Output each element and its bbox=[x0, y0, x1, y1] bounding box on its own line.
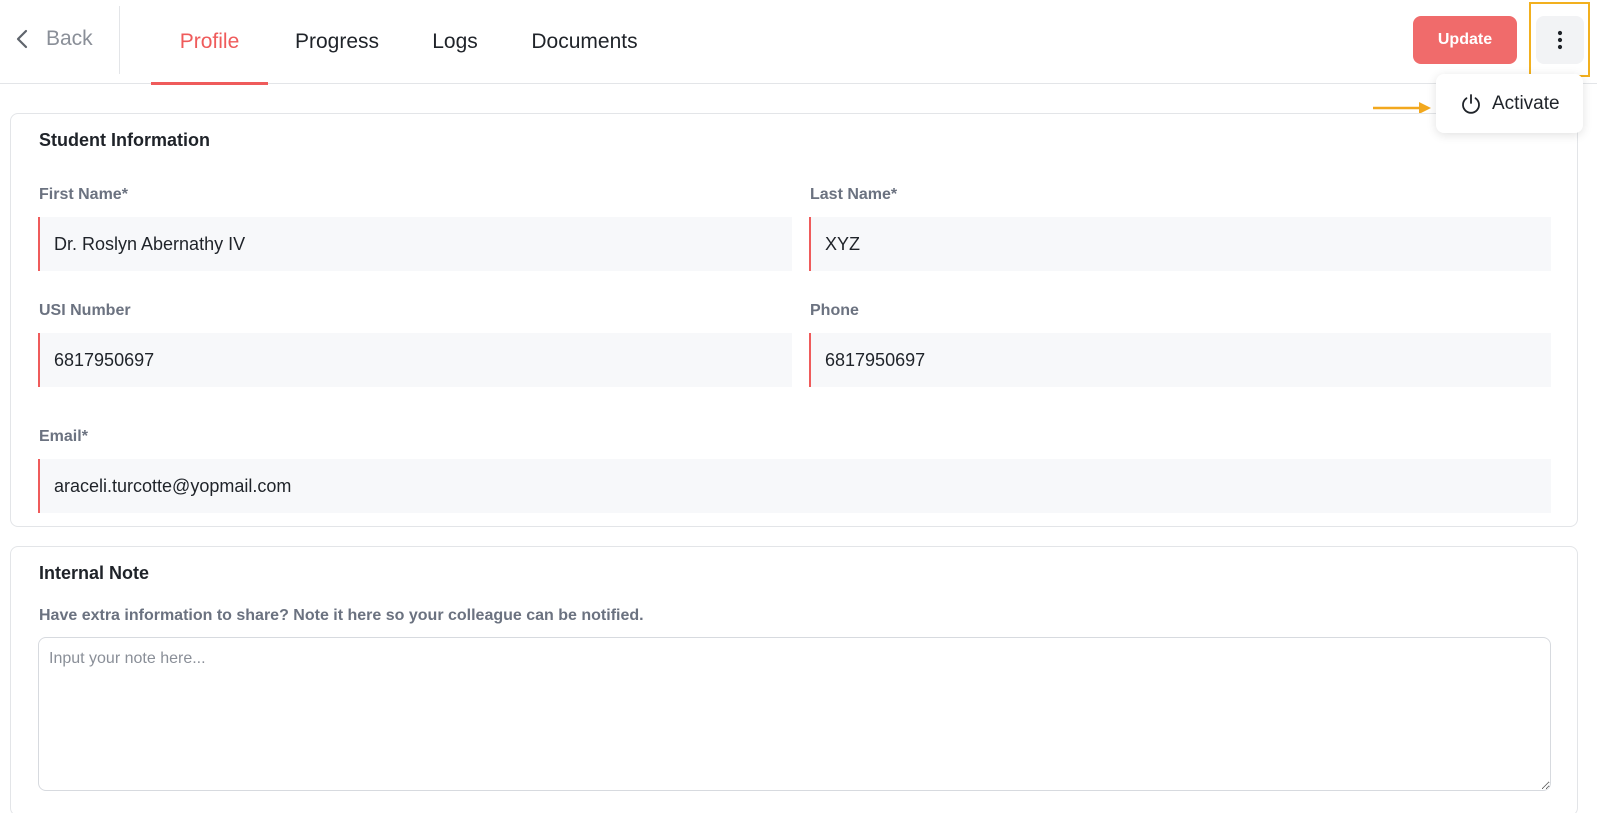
usi-number-label: USI Number bbox=[39, 302, 131, 319]
back-button[interactable]: Back bbox=[14, 24, 93, 54]
usi-number-field[interactable]: 6817950697 bbox=[38, 333, 792, 387]
note-textarea[interactable] bbox=[38, 637, 1551, 791]
tab-documents[interactable]: Documents bbox=[521, 0, 648, 84]
internal-note-card: Internal Note Have extra information to … bbox=[10, 546, 1578, 813]
section-title: Student Information bbox=[39, 130, 210, 150]
section-title: Internal Note bbox=[39, 563, 150, 583]
note-description: Have extra information to share? Note it… bbox=[39, 607, 644, 624]
first-name-label: First Name* bbox=[39, 186, 128, 203]
phone-field[interactable]: 6817950697 bbox=[809, 333, 1551, 387]
tab-profile[interactable]: Profile bbox=[151, 0, 268, 85]
back-label: Back bbox=[46, 27, 93, 50]
email-field[interactable]: araceli.turcotte@yopmail.com bbox=[38, 459, 1551, 513]
update-button[interactable]: Update bbox=[1413, 16, 1517, 64]
tab-progress[interactable]: Progress bbox=[286, 0, 388, 84]
phone-label: Phone bbox=[810, 302, 859, 319]
divider bbox=[119, 6, 120, 74]
last-name-field[interactable]: XYZ bbox=[809, 217, 1551, 271]
chevron-left-icon bbox=[16, 29, 28, 49]
student-information-card: Student Information First Name* Dr. Rosl… bbox=[10, 113, 1578, 527]
more-options-button[interactable] bbox=[1536, 16, 1584, 64]
power-icon bbox=[1462, 93, 1480, 114]
tab-logs[interactable]: Logs bbox=[421, 0, 489, 84]
activate-label: Activate bbox=[1492, 92, 1560, 114]
first-name-field[interactable]: Dr. Roslyn Abernathy IV bbox=[38, 217, 792, 271]
email-label: Email* bbox=[39, 428, 88, 445]
last-name-label: Last Name* bbox=[810, 186, 898, 203]
top-bar: Back Profile Progress Logs Documents Upd… bbox=[0, 0, 1597, 85]
more-vertical-icon bbox=[1557, 30, 1563, 50]
menu-item-activate[interactable]: Activate bbox=[1436, 74, 1583, 133]
